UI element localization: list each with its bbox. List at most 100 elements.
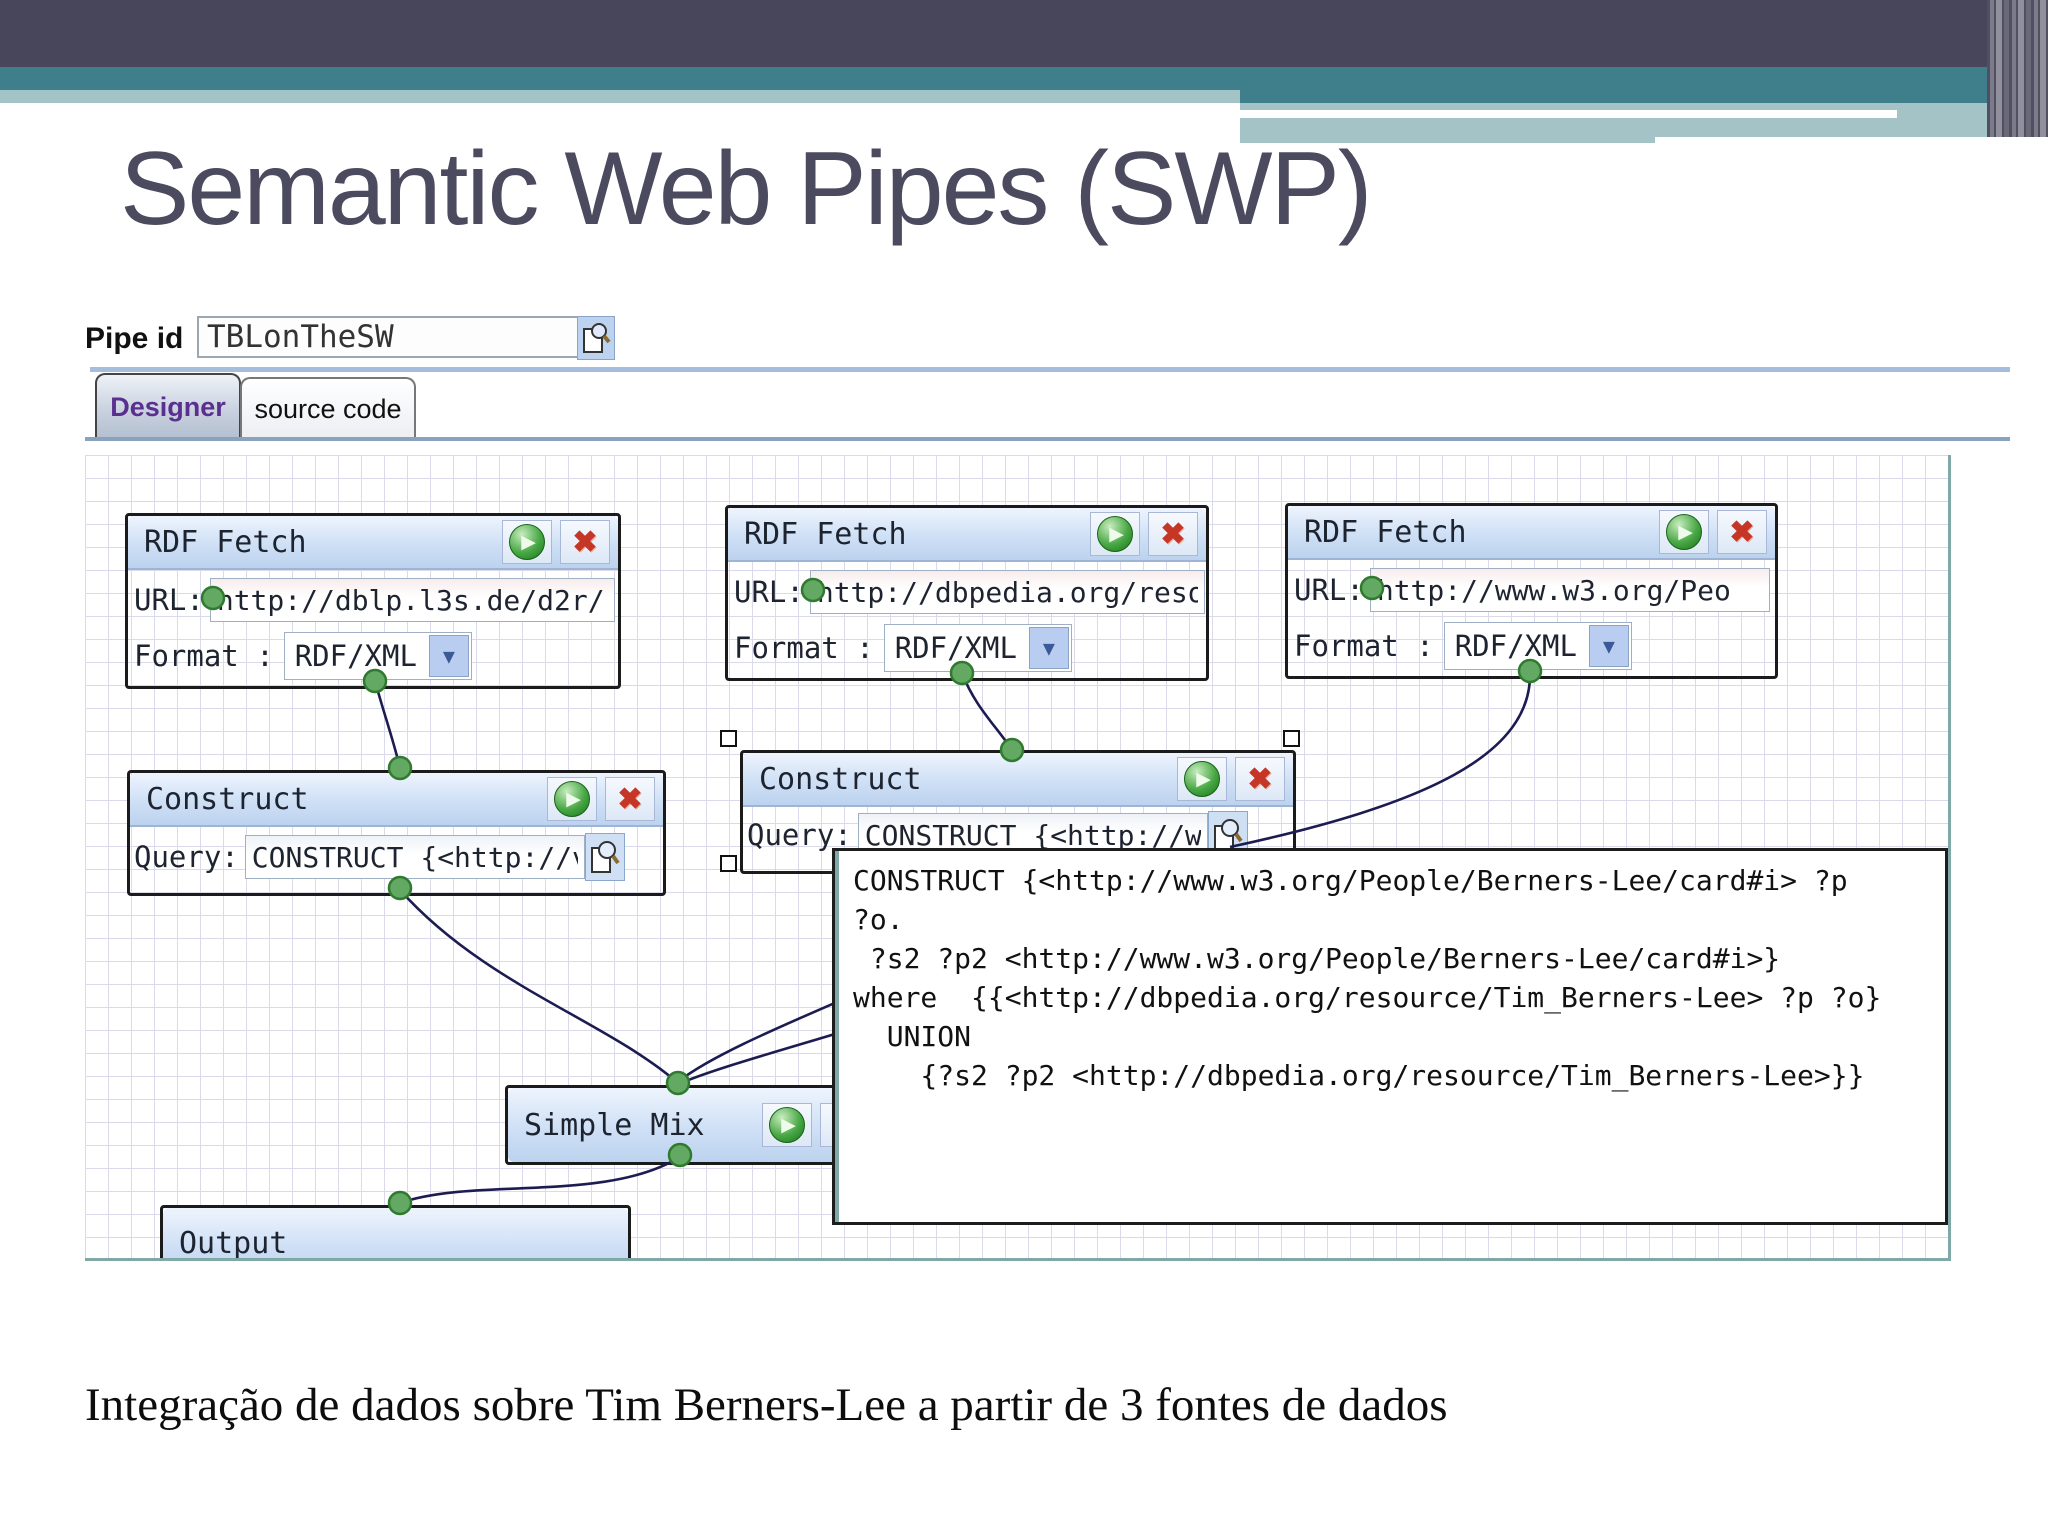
url-row: URL: <box>1294 568 1770 612</box>
header-band-teal-right <box>1240 90 2048 103</box>
url-row: URL: <box>734 570 1205 614</box>
node-title: RDF Fetch <box>144 524 307 560</box>
run-button[interactable]: ▶ <box>762 1103 812 1147</box>
header-corner-stripes <box>1987 0 2048 137</box>
selection-handle[interactable] <box>720 730 737 747</box>
close-icon: ✖ <box>1160 517 1186 551</box>
format-dropdown[interactable]: RDF/XML ▼ <box>883 624 1072 672</box>
selection-handle[interactable] <box>720 855 737 872</box>
node-header[interactable]: RDF Fetch ▶ ✖ <box>128 516 618 570</box>
format-row: Format : RDF/XML ▼ <box>734 624 1072 672</box>
node-title: Simple Mix <box>524 1107 705 1143</box>
query-row: Query: <box>134 833 625 881</box>
node-rdf-fetch-3[interactable]: RDF Fetch ▶ ✖ URL: Format : RDF/XML ▼ <box>1285 503 1778 679</box>
page-title: Semantic Web Pipes (SWP) <box>120 131 1372 247</box>
url-label: URL: <box>134 583 204 617</box>
tab-strip-line <box>85 437 2010 441</box>
query-line: {?s2 ?p2 <http://dbpedia.org/resource/Ti… <box>853 1059 1865 1092</box>
query-line: ?o. <box>853 903 904 936</box>
query-label: Query: <box>134 840 239 874</box>
format-row: Format : RDF/XML ▼ <box>1294 622 1632 670</box>
node-rdf-fetch-1[interactable]: RDF Fetch ▶ ✖ URL: Format : RDF/XML ▼ <box>125 513 621 689</box>
close-icon: ✖ <box>1729 515 1755 549</box>
format-value: RDF/XML <box>294 639 417 673</box>
query-popup[interactable]: CONSTRUCT {<http://www.w3.org/People/Ber… <box>832 848 1948 1225</box>
expand-query-button[interactable] <box>584 833 625 881</box>
play-icon: ▶ <box>554 781 590 817</box>
query-line: UNION <box>853 1020 972 1053</box>
url-label: URL: <box>1294 573 1364 607</box>
url-label: URL: <box>734 575 804 609</box>
node-header[interactable]: Construct ▶ ✖ <box>743 753 1293 807</box>
query-line: ?s2 ?p2 <http://www.w3.org/People/Berner… <box>853 942 1781 975</box>
node-header[interactable]: RDF Fetch ▶ ✖ <box>728 508 1206 562</box>
node-title: RDF Fetch <box>1304 514 1467 550</box>
query-label: Query: <box>747 818 852 852</box>
tab-designer[interactable]: Designer <box>95 373 241 439</box>
play-icon: ▶ <box>769 1107 805 1143</box>
format-label: Format : <box>734 631 874 665</box>
pipe-id-input[interactable] <box>197 316 589 358</box>
selection-handle[interactable] <box>1283 730 1300 747</box>
node-rdf-fetch-2[interactable]: RDF Fetch ▶ ✖ URL: Format : RDF/XML ▼ <box>725 505 1209 681</box>
url-input[interactable] <box>209 578 615 622</box>
format-label: Format : <box>1294 629 1434 663</box>
separator-line-top <box>90 367 2010 372</box>
format-dropdown[interactable]: RDF/XML ▼ <box>283 632 472 680</box>
pipe-id-label: Pipe id <box>85 322 184 355</box>
tab-designer-label: Designer <box>110 391 226 422</box>
tab-source-code[interactable]: source code <box>240 377 416 439</box>
tab-source-code-label: source code <box>254 393 402 424</box>
close-icon: ✖ <box>572 525 598 559</box>
delete-button[interactable]: ✖ <box>1717 510 1767 554</box>
run-button[interactable]: ▶ <box>1090 512 1140 556</box>
chevron-down-icon[interactable]: ▼ <box>1588 625 1629 667</box>
delete-button[interactable]: ✖ <box>1148 512 1198 556</box>
node-header[interactable]: Simple Mix ▶ ✖ <box>508 1088 878 1162</box>
node-title: Construct <box>146 781 309 817</box>
run-button[interactable]: ▶ <box>547 777 597 821</box>
chevron-down-icon[interactable]: ▼ <box>1028 627 1069 669</box>
close-icon: ✖ <box>617 782 643 816</box>
header-bar-dark <box>0 0 2048 67</box>
format-value: RDF/XML <box>894 631 1017 665</box>
pipe-designer-canvas[interactable]: RDF Fetch ▶ ✖ URL: Format : RDF/XML ▼ RD… <box>85 455 1951 1261</box>
play-icon: ▶ <box>1666 514 1702 550</box>
header-band-lightteal-left <box>0 90 1240 103</box>
node-construct-1[interactable]: Construct ▶ ✖ Query: <box>127 770 666 896</box>
url-input[interactable] <box>1369 568 1770 612</box>
chevron-down-icon[interactable]: ▼ <box>428 635 469 677</box>
node-header[interactable]: Construct ▶ ✖ <box>130 773 663 827</box>
run-button[interactable]: ▶ <box>1659 510 1709 554</box>
format-dropdown[interactable]: RDF/XML ▼ <box>1443 622 1632 670</box>
connection-rdf1-construct1 <box>373 680 402 769</box>
delete-button[interactable]: ✖ <box>605 777 655 821</box>
node-simple-mix[interactable]: Simple Mix ▶ ✖ <box>505 1085 881 1165</box>
connection-construct1-simplemix <box>399 889 679 1084</box>
node-header[interactable]: Output <box>163 1208 628 1261</box>
url-input[interactable] <box>809 570 1205 614</box>
delete-button[interactable]: ✖ <box>560 520 610 564</box>
node-title: Construct <box>759 761 922 797</box>
play-icon: ▶ <box>509 524 545 560</box>
connection-rdf2-construct2 <box>960 672 1014 751</box>
pipe-id-search-button[interactable] <box>577 316 615 360</box>
run-button[interactable]: ▶ <box>502 520 552 564</box>
header-bar-teal <box>0 67 2048 90</box>
run-button[interactable]: ▶ <box>1177 757 1227 801</box>
query-line: where {{<http://dbpedia.org/resource/Tim… <box>853 981 1882 1014</box>
node-header[interactable]: RDF Fetch ▶ ✖ <box>1288 506 1775 560</box>
node-title: Output <box>179 1225 288 1261</box>
format-value: RDF/XML <box>1454 629 1577 663</box>
play-icon: ▶ <box>1184 761 1220 797</box>
close-icon: ✖ <box>1247 762 1273 796</box>
slide-caption: Integração de dados sobre Tim Berners-Le… <box>85 1379 1448 1431</box>
magnifier-icon <box>590 841 620 873</box>
delete-button[interactable]: ✖ <box>1235 757 1285 801</box>
query-input[interactable] <box>244 835 585 879</box>
slide: Semantic Web Pipes (SWP) Pipe id Designe… <box>0 0 2048 1536</box>
header-white-strip <box>1187 110 1897 118</box>
play-icon: ▶ <box>1097 516 1133 552</box>
format-label: Format : <box>134 639 274 673</box>
node-output[interactable]: Output <box>160 1205 631 1261</box>
